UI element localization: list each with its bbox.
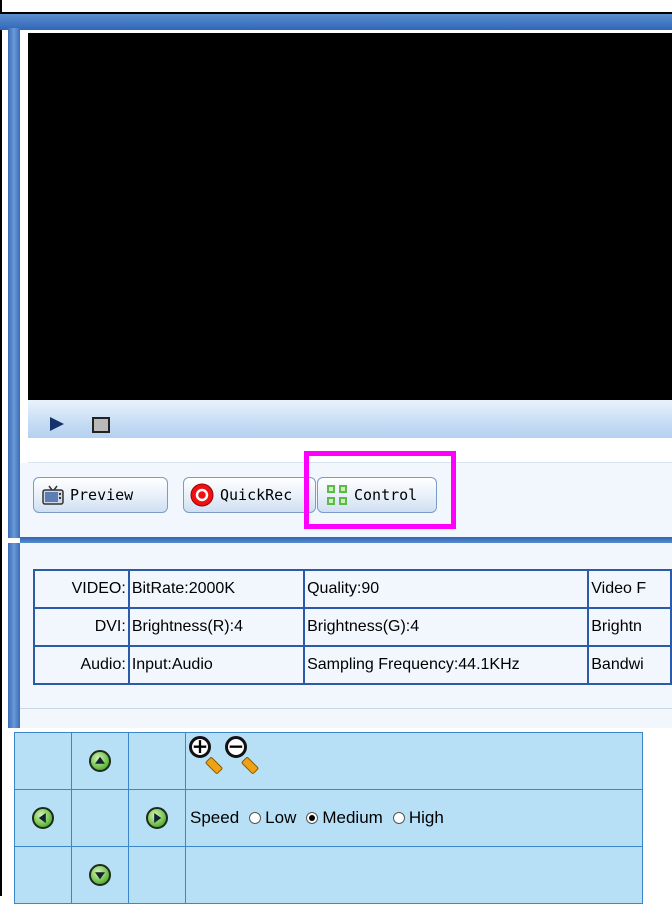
table-cell: Video F [587, 569, 672, 609]
preview-button[interactable]: Preview [33, 477, 168, 513]
quickrec-button-label: QuickRec [220, 486, 293, 504]
ptz-control-grid: + − Speed Low Medium High [14, 732, 643, 904]
pan-up-icon[interactable] [89, 750, 111, 772]
stop-button[interactable] [92, 417, 110, 433]
stream-info-table: VIDEO: BitRate:2000K Quality:90 Video F … [33, 569, 672, 685]
speed-high-radio[interactable] [392, 812, 405, 824]
ptz-cell [71, 846, 129, 904]
ptz-cell [14, 732, 72, 790]
row-label: DVI: [33, 607, 130, 647]
ptz-cell [128, 732, 186, 790]
zoom-cell: + − [185, 732, 643, 790]
ptz-cell [128, 789, 186, 847]
ptz-cell [185, 846, 643, 904]
speed-high-label: High [408, 808, 444, 827]
zoom-out-icon[interactable]: − [222, 733, 260, 775]
window-title-bar [0, 12, 672, 30]
record-icon [190, 483, 214, 507]
preview-button-label: Preview [70, 486, 134, 504]
speed-medium-radio[interactable] [306, 812, 319, 824]
table-cell: Brightness(R):4 [127, 607, 306, 647]
video-display[interactable] [28, 33, 672, 400]
table-row: DVI: Brightness(R):4 Brightness(G):4 Bri… [33, 607, 672, 647]
ptz-cell [128, 846, 186, 904]
table-row: VIDEO: BitRate:2000K Quality:90 Video F [33, 569, 672, 609]
left-frame-stripe-lower [8, 543, 20, 728]
table-cell: Bandwi [587, 645, 672, 685]
table-cell: Brightness(G):4 [303, 607, 590, 647]
row-label: Audio: [33, 645, 130, 685]
player-controls-bar [28, 400, 672, 438]
zoom-in-icon[interactable]: + [186, 733, 224, 775]
table-cell: Brightn [587, 607, 672, 647]
speed-low-radio[interactable] [249, 812, 262, 824]
highlight-box [304, 451, 456, 529]
ptz-cell [71, 732, 129, 790]
table-cell: Quality:90 [303, 569, 590, 609]
speed-medium-label: Medium [322, 808, 383, 827]
ptz-cell [14, 789, 72, 847]
row-label: VIDEO: [33, 569, 130, 609]
speed-low-label: Low [265, 808, 297, 827]
pan-left-icon[interactable] [32, 807, 54, 829]
speed-label: Speed [190, 808, 240, 827]
table-cell: BitRate:2000K [127, 569, 306, 609]
play-button[interactable] [50, 417, 64, 431]
ptz-cell [14, 846, 72, 904]
table-cell: Input:Audio [127, 645, 306, 685]
pan-down-icon[interactable] [89, 864, 111, 886]
speed-cell: Speed Low Medium High [185, 789, 643, 847]
quickrec-button[interactable]: QuickRec [183, 477, 316, 513]
table-row: Audio: Input:Audio Sampling Frequency:44… [33, 645, 672, 685]
left-frame-stripe [8, 28, 20, 538]
pan-right-icon[interactable] [146, 807, 168, 829]
tv-icon [42, 485, 64, 505]
table-cell: Sampling Frequency:44.1KHz [303, 645, 590, 685]
separator [20, 708, 672, 709]
ptz-cell [71, 789, 129, 847]
